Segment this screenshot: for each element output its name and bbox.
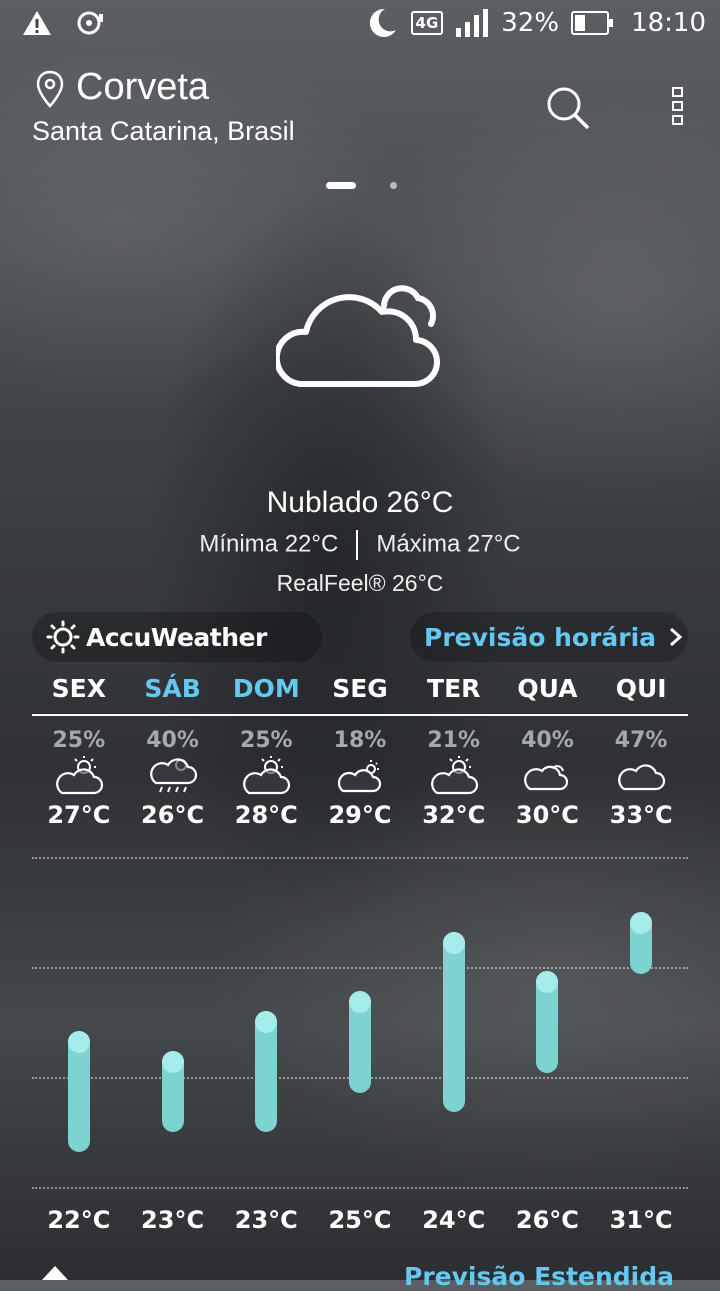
high-temp: 33°C: [609, 801, 673, 829]
partly-sunny-icon: [407, 755, 501, 801]
precip-chance: 18%: [333, 728, 387, 753]
chevron-right-icon: [670, 627, 683, 647]
high-temp: 26°C: [141, 801, 205, 829]
day-label[interactable]: DOM: [219, 670, 313, 714]
partly-sunny-icon: [219, 755, 313, 801]
page-dot-active[interactable]: [326, 182, 356, 189]
min-max: Mínima 22°C Máxima 27°C: [0, 530, 720, 560]
accuweather-logo[interactable]: AccuWeather: [32, 612, 322, 662]
more-menu-icon[interactable]: [670, 86, 686, 126]
precip-chance: 25%: [239, 728, 293, 753]
day-label[interactable]: QUI: [594, 670, 688, 714]
low-temp: 23°C: [234, 1206, 298, 1234]
precip-chance: 21%: [427, 728, 481, 753]
current-condition: Nublado 26°C: [0, 486, 720, 520]
days-divider: [32, 714, 688, 716]
low-temp: 25°C: [328, 1206, 392, 1234]
high-temp: 29°C: [328, 801, 392, 829]
day-label[interactable]: SEX: [32, 670, 126, 714]
days-header: SEX SÁB DOM SEG TER QUA QUI: [32, 670, 688, 714]
low-temp: 31°C: [609, 1206, 673, 1234]
temp-range-bar: [255, 1011, 278, 1133]
page-dot[interactable]: [390, 182, 397, 189]
forecast-day[interactable]: 25% 27°C: [32, 728, 126, 829]
temp-range-bar: [442, 931, 465, 1113]
rain-cloud-icon: [126, 755, 220, 801]
forecast-day[interactable]: 47% 33°C: [594, 728, 688, 829]
realfeel: RealFeel® 26°C: [276, 570, 444, 596]
day-label[interactable]: TER: [407, 670, 501, 714]
clock: 18:10: [631, 8, 706, 38]
cloudy-icon: [500, 755, 594, 801]
extended-label: Previsão Estendida: [404, 1262, 674, 1291]
temp-range-bar: [536, 971, 559, 1073]
current-temp: 26°C: [386, 486, 454, 519]
day-label[interactable]: SÁB: [126, 670, 220, 714]
low-temp: 26°C: [515, 1206, 579, 1234]
precip-chance: 40%: [146, 728, 199, 753]
warning-icon: [23, 11, 51, 35]
grid-line: [32, 967, 688, 969]
high-temp: 32°C: [422, 801, 486, 829]
day-label[interactable]: QUA: [501, 670, 595, 714]
status-bar: 4G 32% 18:10: [0, 0, 720, 52]
expand-up-icon[interactable]: [40, 1264, 70, 1280]
temp-range-bar: [349, 991, 371, 1093]
forecast-day[interactable]: 18% 29°C: [313, 728, 407, 829]
condition-text: Nublado: [266, 486, 379, 519]
day-label[interactable]: SEG: [313, 670, 407, 714]
moon-icon: [369, 8, 396, 37]
precip-chance: 40%: [521, 728, 574, 753]
disc-icon: [77, 11, 103, 35]
network-badge: 4G: [410, 11, 444, 35]
hourly-label: Previsão horária: [424, 622, 657, 652]
search-icon[interactable]: [544, 84, 592, 132]
grid-line: [32, 857, 688, 859]
low-temp: 24°C: [422, 1206, 486, 1234]
page-indicator[interactable]: [326, 182, 397, 189]
precip-chance: 25%: [52, 728, 106, 753]
divider: [356, 530, 359, 560]
min-temp: Mínima 22°C: [199, 530, 339, 558]
signal-icon: [456, 9, 489, 37]
low-temp: 23°C: [141, 1206, 205, 1234]
grid-line: [32, 1187, 688, 1189]
partly-sunny-icon: [32, 755, 126, 801]
location-pin-icon: [36, 70, 64, 108]
battery-percent: 32%: [501, 8, 560, 38]
battery-icon: [571, 11, 614, 35]
region-name: Santa Catarina, Brasil: [32, 116, 295, 146]
temp-range-bar: [161, 1050, 184, 1133]
hourly-forecast-link[interactable]: Previsão horária: [410, 612, 688, 662]
forecast-day[interactable]: 25% 28°C: [219, 728, 313, 829]
cloud-icon: [594, 755, 688, 801]
forecast-day[interactable]: 40% 30°C: [500, 728, 594, 829]
high-temp: 28°C: [234, 801, 298, 829]
high-temp: 30°C: [515, 801, 579, 829]
temp-range-bar: [67, 1030, 90, 1152]
forecast-day[interactable]: 40% 26°C: [126, 728, 220, 829]
low-temp: 22°C: [47, 1206, 111, 1234]
extended-forecast-link[interactable]: Previsão Estendida: [404, 1262, 674, 1291]
provider-name: AccuWeather: [86, 622, 267, 652]
sun-logo-icon: [46, 620, 80, 654]
city-name[interactable]: Corveta: [76, 66, 209, 109]
precip-chance: 47%: [614, 728, 668, 753]
forecast-day[interactable]: 21% 32°C: [407, 728, 501, 829]
temp-range-bar: [630, 912, 653, 974]
high-temp: 27°C: [47, 801, 111, 829]
max-temp: Máxima 27°C: [376, 530, 521, 558]
cloud-sun-icon: [313, 755, 407, 801]
cloudy-icon: [276, 285, 440, 388]
